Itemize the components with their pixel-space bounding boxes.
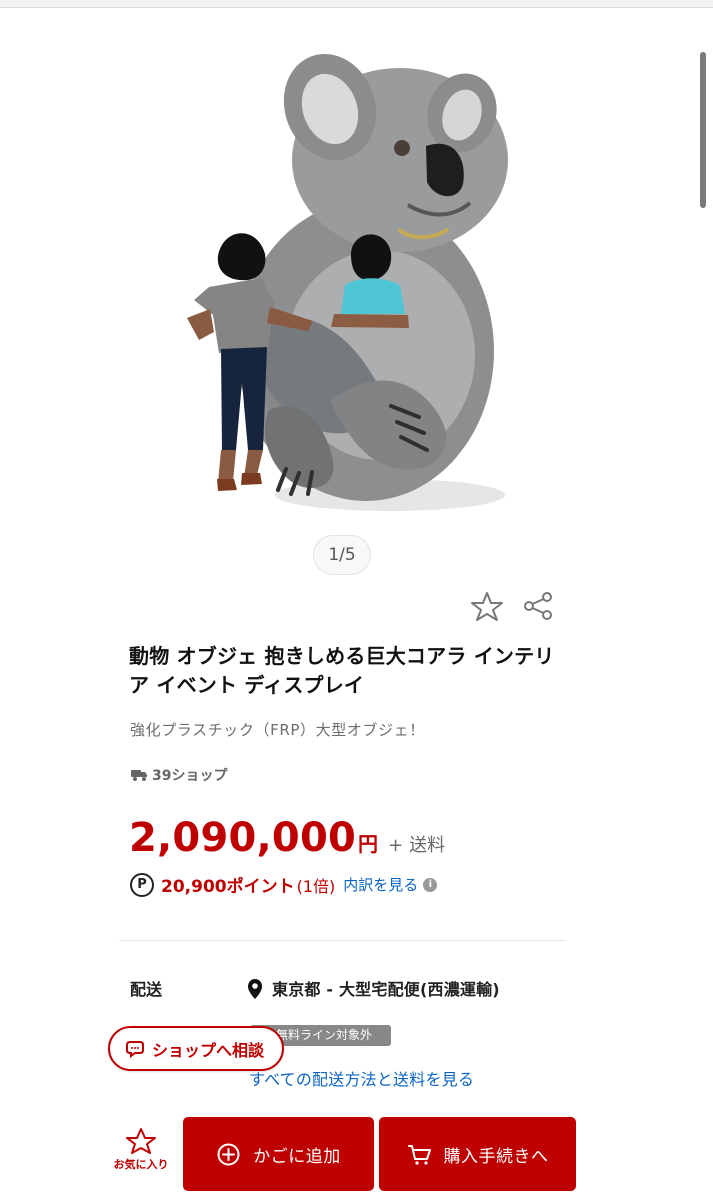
- all-shipping-link[interactable]: すべての配送方法と送料を見る: [249, 1066, 474, 1090]
- favorite-button[interactable]: お気に入り: [105, 1127, 177, 1182]
- price-value: 2,090,000: [129, 815, 357, 861]
- price-row: 2,090,000 円 + 送料: [129, 815, 445, 865]
- product-subtitle: 強化プラスチック（FRP）大型オブジェ！: [130, 721, 425, 739]
- scrollbar[interactable]: [700, 52, 706, 208]
- add-to-cart-label: かごに追加: [253, 1146, 341, 1167]
- shipping-label: 送料: [409, 835, 446, 856]
- star-outline-icon: [126, 1128, 156, 1154]
- checkout-button[interactable]: 購入手続きへ: [379, 1117, 576, 1191]
- currency-label: 円: [358, 832, 379, 856]
- shop-consult-button[interactable]: ショップへ相談: [108, 1026, 284, 1071]
- star-outline-icon[interactable]: [470, 590, 504, 622]
- shop-consult-label: ショップへ相談: [152, 1040, 265, 1060]
- product-page: 1/5 動物 オブジェ 抱きしめる巨大コアラ インテリア イベント ディスプレイ…: [0, 0, 713, 1200]
- shop-badge-row: 39ショップ: [130, 765, 227, 785]
- product-title: 動物 オブジェ 抱きしめる巨大コアラ インテリア イベント ディスプレイ: [129, 644, 555, 697]
- favorite-label: お気に入り: [113, 1158, 169, 1171]
- add-to-cart-button[interactable]: かごに追加: [183, 1117, 374, 1191]
- shop-badge-label: 39ショップ: [152, 768, 228, 784]
- plus-symbol: +: [388, 835, 404, 856]
- info-icon[interactable]: i: [423, 877, 438, 892]
- image-counter[interactable]: 1/5: [313, 535, 371, 575]
- koala-product-image[interactable]: [170, 45, 520, 515]
- truck-icon: [131, 770, 147, 781]
- breakdown-link[interactable]: 内訳を見る: [343, 874, 418, 895]
- points-multiplier: (1倍): [296, 876, 336, 896]
- points-value: 20,900ポイント: [161, 877, 295, 897]
- checkout-label: 購入手続きへ: [443, 1146, 549, 1167]
- location-pin-icon: [248, 979, 262, 999]
- delivery-location: 東京都 - 大型宅配便(西濃運輸): [272, 980, 500, 999]
- cart-icon: [407, 1144, 431, 1165]
- chat-icon: [126, 1040, 144, 1058]
- delivery-label: 配送: [130, 980, 163, 999]
- add-circle-icon: [217, 1143, 240, 1165]
- point-icon: P: [130, 872, 154, 897]
- points-row: P 20,900ポイント (1倍) 内訳を見る i: [130, 872, 438, 897]
- divider: [119, 940, 566, 941]
- browser-top-edge: [0, 0, 713, 8]
- share-icon[interactable]: [522, 590, 554, 622]
